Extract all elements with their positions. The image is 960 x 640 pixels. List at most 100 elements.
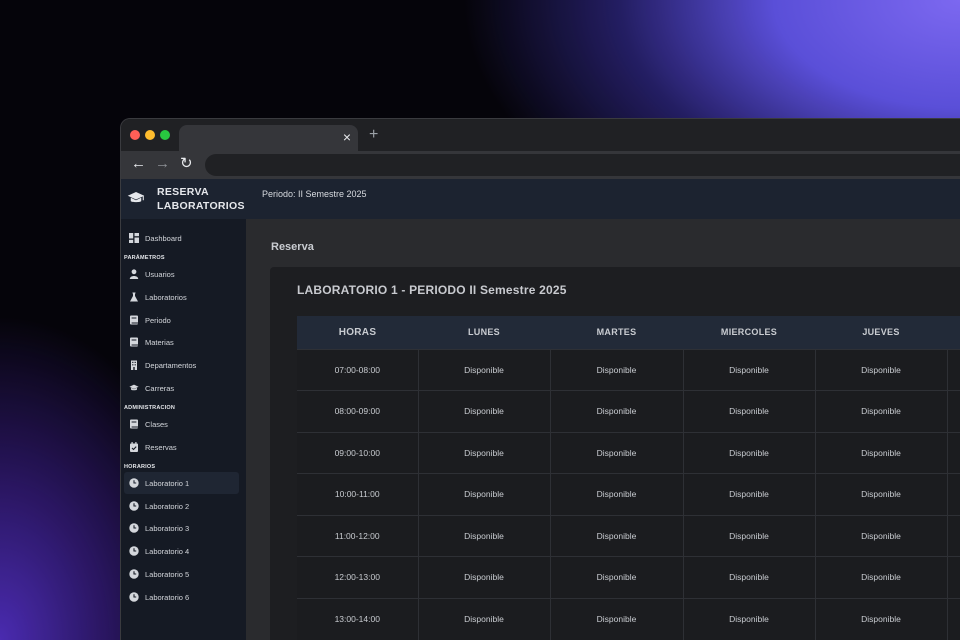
browser-tab[interactable]: × <box>179 125 358 151</box>
sidebar-item-laboratorio-1[interactable]: Laboratorio 1 <box>124 472 239 494</box>
sidebar-item-label: Departamentos <box>145 361 197 370</box>
navigation-bar: ← → ↻ <box>121 151 960 179</box>
sidebar-item-laboratorio-3[interactable]: Laboratorio 3 <box>124 517 239 539</box>
sidebar-item-label: Laboratorios <box>145 293 187 302</box>
hour-cell: 10:00-11:00 <box>297 473 418 515</box>
hour-cell: 07:00-08:00 <box>297 348 418 391</box>
column-header <box>947 316 960 349</box>
sidebar-item-periodo[interactable]: Periodo <box>124 309 239 331</box>
slot-cell[interactable]: Disponible <box>417 473 550 515</box>
forward-arrow-icon[interactable]: → <box>155 155 170 173</box>
app-viewport: RESERVA LABORATORIOS Periodo: II Semestr… <box>121 179 960 640</box>
close-window-button[interactable] <box>130 130 140 140</box>
slot-cell[interactable]: Disponible <box>682 390 815 432</box>
brand-line-2: LABORATORIOS <box>157 200 245 212</box>
sidebar-item-label: Reservas <box>145 443 177 452</box>
sidebar-item-carreras[interactable]: Carreras <box>124 377 239 399</box>
slot-cell[interactable] <box>946 473 960 515</box>
schedule-title: LABORATORIO 1 - PERIODO II Semestre 2025 <box>297 283 567 297</box>
slot-cell[interactable]: Disponible <box>417 390 550 432</box>
page-title: Reserva <box>271 241 314 253</box>
slot-cell[interactable]: Disponible <box>682 431 815 474</box>
sidebar: Dashboard PARÁMETROS Usuarios Laboratori… <box>121 219 246 640</box>
slot-cell[interactable]: Disponible <box>814 473 947 515</box>
sidebar-item-clases[interactable]: Clases <box>124 413 239 435</box>
column-header: LUNES <box>418 316 550 349</box>
clock-icon <box>129 523 139 533</box>
hour-cell: 13:00-14:00 <box>297 597 418 640</box>
slot-cell[interactable]: Disponible <box>814 348 947 391</box>
column-header: MIERCOLES <box>683 316 815 349</box>
back-arrow-icon[interactable]: ← <box>131 155 146 173</box>
sidebar-item-departamentos[interactable]: Departamentos <box>124 354 239 376</box>
slot-cell[interactable]: Disponible <box>682 514 815 557</box>
address-bar[interactable] <box>205 154 960 176</box>
slot-cell[interactable]: Disponible <box>549 556 683 598</box>
brand[interactable]: RESERVA LABORATORIOS <box>121 179 246 219</box>
slot-cell[interactable] <box>946 348 960 391</box>
flask-icon <box>130 292 138 302</box>
slot-cell[interactable]: Disponible <box>682 556 815 598</box>
graduation-cap-icon <box>127 192 145 203</box>
slot-cell[interactable] <box>946 597 960 640</box>
tab-bar: × + <box>121 119 960 151</box>
slot-cell[interactable]: Disponible <box>417 556 550 598</box>
brand-name: RESERVA LABORATORIOS <box>157 185 245 213</box>
building-icon <box>131 360 137 370</box>
slot-cell[interactable]: Disponible <box>417 514 550 557</box>
sidebar-item-laboratorio-5[interactable]: Laboratorio 5 <box>124 563 239 585</box>
slot-cell[interactable] <box>946 514 960 557</box>
sidebar-item-laboratorio-2[interactable]: Laboratorio 2 <box>124 495 239 517</box>
table-row: 08:00-09:00 Disponible Disponible Dispon… <box>297 390 960 432</box>
sidebar-item-laboratorio-6[interactable]: Laboratorio 6 <box>124 586 239 608</box>
reload-icon[interactable]: ↻ <box>180 155 193 173</box>
book-icon <box>130 419 138 429</box>
table-row: 10:00-11:00 Disponible Disponible Dispon… <box>297 473 960 515</box>
sidebar-item-laboratorios[interactable]: Laboratorios <box>124 286 239 308</box>
sidebar-item-label: Carreras <box>145 384 175 393</box>
slot-cell[interactable]: Disponible <box>682 473 815 515</box>
slot-cell[interactable]: Disponible <box>417 431 550 474</box>
slot-cell[interactable]: Disponible <box>814 431 947 474</box>
sidebar-item-usuarios[interactable]: Usuarios <box>124 263 239 285</box>
slot-cell[interactable]: Disponible <box>814 597 947 640</box>
book-icon <box>130 337 138 347</box>
clock-icon <box>129 592 139 602</box>
slot-cell[interactable]: Disponible <box>814 390 947 432</box>
minimize-window-button[interactable] <box>145 130 155 140</box>
sidebar-item-dashboard[interactable]: Dashboard <box>124 227 239 249</box>
sidebar-item-laboratorio-4[interactable]: Laboratorio 4 <box>124 540 239 562</box>
column-header: JUEVES <box>815 316 947 349</box>
clock-icon <box>129 501 139 511</box>
tab-close-icon[interactable]: × <box>343 129 351 145</box>
slot-cell[interactable]: Disponible <box>417 597 550 640</box>
top-header: RESERVA LABORATORIOS Periodo: II Semestr… <box>121 179 960 219</box>
sidebar-item-label: Clases <box>145 420 168 429</box>
new-tab-icon[interactable]: + <box>369 126 378 144</box>
slot-cell[interactable]: Disponible <box>549 431 683 474</box>
slot-cell[interactable]: Disponible <box>549 597 683 640</box>
slot-cell[interactable] <box>946 431 960 474</box>
slot-cell[interactable]: Disponible <box>814 556 947 598</box>
maximize-window-button[interactable] <box>160 130 170 140</box>
slot-cell[interactable]: Disponible <box>549 473 683 515</box>
slot-cell[interactable]: Disponible <box>549 348 683 391</box>
slot-cell[interactable]: Disponible <box>549 514 683 557</box>
hour-cell: 08:00-09:00 <box>297 390 418 432</box>
sidebar-item-materias[interactable]: Materias <box>124 331 239 353</box>
sidebar-item-label: Laboratorio 1 <box>145 479 190 488</box>
slot-cell[interactable] <box>946 556 960 598</box>
sidebar-item-label: Dashboard <box>145 234 182 243</box>
slot-cell[interactable]: Disponible <box>682 348 815 391</box>
slot-cell[interactable]: Disponible <box>814 514 947 557</box>
slot-cell[interactable]: Disponible <box>549 390 683 432</box>
section-title-horarios: HORARIOS <box>124 464 156 470</box>
schedule-card: LABORATORIO 1 - PERIODO II Semestre 2025… <box>270 267 960 640</box>
table-row: 12:00-13:00 Disponible Disponible Dispon… <box>297 556 960 598</box>
slot-cell[interactable]: Disponible <box>682 597 815 640</box>
slot-cell[interactable] <box>946 390 960 432</box>
table-row: 07:00-08:00 Disponible Disponible Dispon… <box>297 348 960 391</box>
slot-cell[interactable]: Disponible <box>417 348 550 391</box>
sidebar-item-label: Laboratorio 5 <box>145 570 190 579</box>
sidebar-item-reservas[interactable]: Reservas <box>124 436 239 458</box>
